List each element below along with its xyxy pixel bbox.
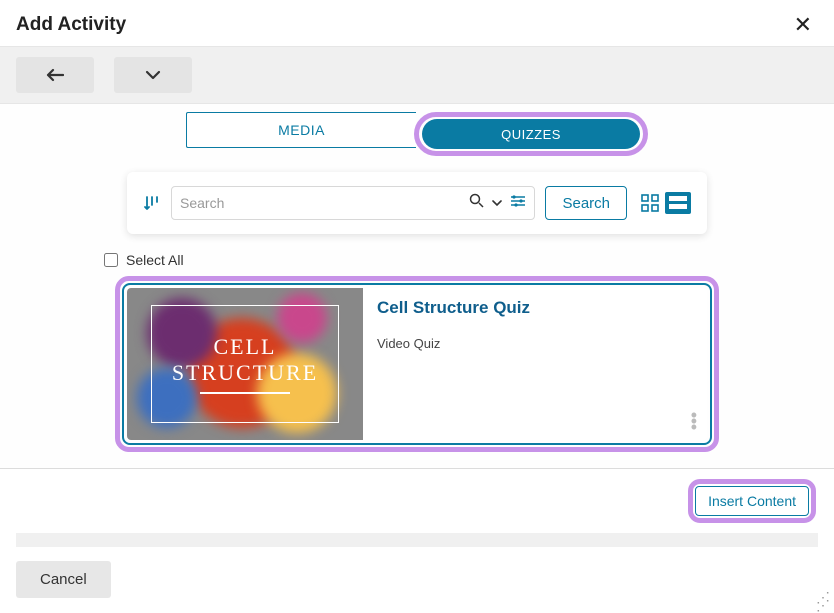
search-input[interactable] bbox=[180, 195, 463, 211]
close-button[interactable]: ✕ bbox=[788, 12, 818, 38]
quiz-subtitle: Video Quiz bbox=[377, 336, 693, 351]
list-icon bbox=[668, 195, 688, 211]
select-all-checkbox[interactable] bbox=[104, 253, 118, 267]
kebab-menu-icon[interactable]: ••• bbox=[691, 412, 697, 430]
modal-header: Add Activity ✕ bbox=[0, 0, 834, 46]
quiz-card[interactable]: CELL STRUCTURE Cell Structure Quiz Video… bbox=[127, 288, 707, 440]
cancel-row: Cancel bbox=[0, 547, 834, 598]
tab-quizzes-highlight: QUIZZES bbox=[414, 112, 648, 156]
quiz-thumbnail: CELL STRUCTURE bbox=[127, 288, 363, 440]
filter-icon[interactable] bbox=[510, 194, 526, 213]
quiz-card-highlight: CELL STRUCTURE Cell Structure Quiz Video… bbox=[115, 276, 719, 452]
arrow-left-icon bbox=[46, 68, 64, 82]
quiz-info: Cell Structure Quiz Video Quiz ••• bbox=[363, 288, 707, 440]
history-toolbar bbox=[0, 46, 834, 104]
insert-button-highlight: Insert Content bbox=[688, 479, 816, 523]
back-button[interactable] bbox=[16, 57, 94, 93]
content-scroll-area[interactable]: MEDIA QUIZZES Search bbox=[0, 104, 834, 468]
search-input-icons bbox=[469, 193, 526, 213]
search-card: Search bbox=[127, 172, 707, 234]
list-view-button[interactable] bbox=[665, 192, 691, 214]
quiz-card-selected-border: CELL STRUCTURE Cell Structure Quiz Video… bbox=[122, 283, 712, 445]
tab-quizzes[interactable]: QUIZZES bbox=[422, 119, 640, 149]
grid-icon bbox=[641, 194, 659, 212]
magnifier-icon[interactable] bbox=[469, 193, 484, 213]
tab-media[interactable]: MEDIA bbox=[186, 112, 416, 148]
grid-view-button[interactable] bbox=[637, 192, 663, 214]
quiz-title: Cell Structure Quiz bbox=[377, 298, 693, 318]
page-title: Add Activity bbox=[16, 14, 126, 36]
view-toggle-group bbox=[637, 192, 691, 214]
select-all-row: Select All bbox=[104, 252, 834, 268]
footer-spacer bbox=[16, 533, 818, 547]
sort-icon[interactable] bbox=[143, 194, 161, 212]
search-button[interactable]: Search bbox=[545, 186, 627, 220]
content-tabs: MEDIA QUIZZES bbox=[0, 112, 834, 156]
search-input-wrap bbox=[171, 186, 535, 220]
thumbnail-text: CELL STRUCTURE bbox=[152, 334, 339, 386]
select-all-label: Select All bbox=[126, 252, 184, 268]
chevron-down-icon bbox=[145, 70, 161, 80]
insert-row: Insert Content bbox=[0, 469, 834, 527]
expand-button[interactable] bbox=[114, 57, 192, 93]
cancel-button[interactable]: Cancel bbox=[16, 561, 111, 598]
caret-down-icon[interactable] bbox=[492, 194, 502, 212]
insert-content-button[interactable]: Insert Content bbox=[695, 486, 809, 516]
